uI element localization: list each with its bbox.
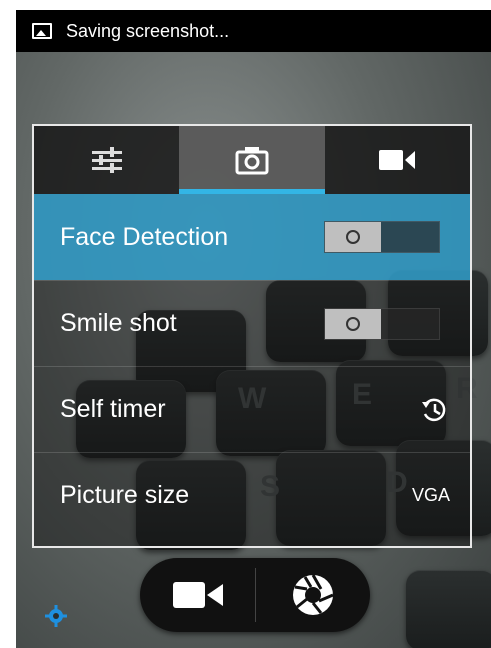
- face-detection-toggle[interactable]: [324, 221, 440, 253]
- picture-size-value: VGA: [411, 485, 450, 505]
- smile-shot-toggle[interactable]: [324, 307, 440, 340]
- settings-tabs: [34, 126, 470, 194]
- shutter-icon: [293, 574, 334, 615]
- tab-photo-settings[interactable]: [179, 126, 325, 194]
- setting-label: Face Detection: [60, 222, 229, 251]
- video-camera-icon: [379, 150, 416, 170]
- toggle-knob: [325, 308, 381, 339]
- gear-icon[interactable]: [44, 604, 68, 628]
- tab-general-settings[interactable]: [34, 126, 179, 194]
- shutter-button[interactable]: [256, 558, 370, 632]
- tab-video-settings[interactable]: [325, 126, 470, 194]
- setting-label: Smile shot: [60, 309, 177, 337]
- setting-row-picture-size[interactable]: Picture size VGA: [34, 452, 470, 538]
- status-text: Saving screenshot...: [66, 20, 230, 41]
- camera-viewfinder[interactable]: W E R S D Saving screenshot... Face Dete…: [16, 10, 491, 648]
- timer-icon: [422, 398, 446, 421]
- camera-icon: [235, 147, 269, 175]
- toggle-knob: [325, 222, 381, 252]
- keyboard-key: [406, 570, 491, 648]
- camera-settings-panel: Face Detection Smile shot Self timer Pic…: [32, 124, 472, 548]
- status-bar: Saving screenshot...: [16, 10, 491, 52]
- setting-row-face-detection[interactable]: Face Detection: [34, 194, 470, 280]
- setting-row-smile-shot[interactable]: Smile shot: [34, 280, 470, 366]
- capture-controls: [140, 558, 370, 632]
- video-camera-icon: [172, 582, 223, 608]
- switch-to-video-button[interactable]: [140, 558, 255, 632]
- setting-label: Self timer: [60, 395, 166, 423]
- screenshot-icon: [32, 23, 52, 39]
- setting-label: Picture size: [60, 481, 190, 509]
- setting-row-self-timer[interactable]: Self timer: [34, 366, 470, 452]
- sliders-icon: [91, 147, 122, 173]
